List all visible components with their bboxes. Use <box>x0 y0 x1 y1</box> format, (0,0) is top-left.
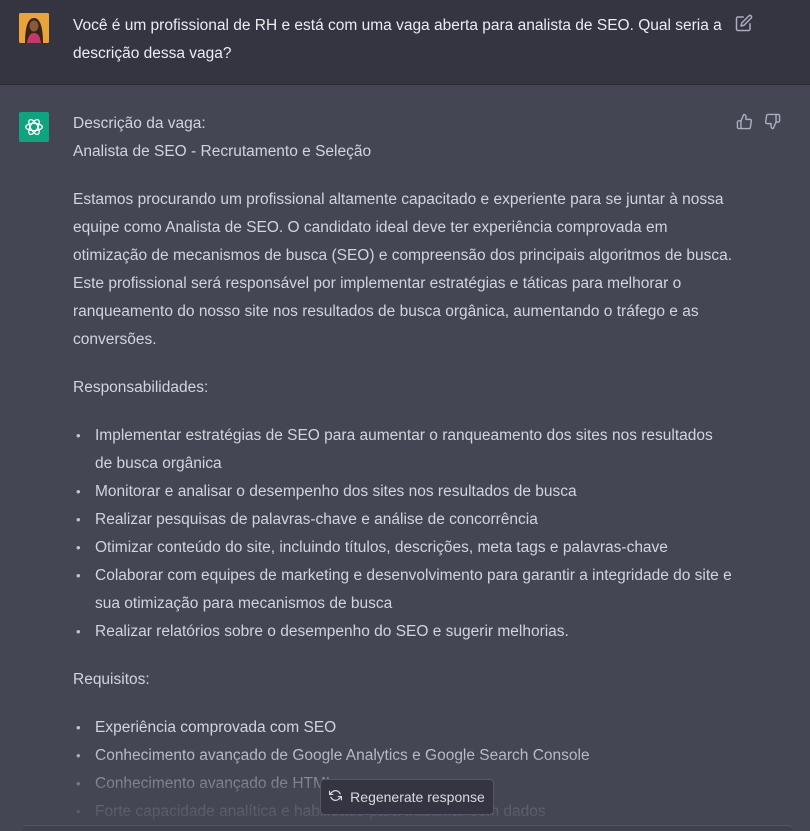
chat-window: Você é um profissional de RH e está com … <box>0 0 810 831</box>
list-item: Monitorar e analisar o desempenho dos si… <box>73 478 733 506</box>
user-message: Você é um profissional de RH e está com … <box>0 0 810 85</box>
user-avatar <box>19 13 49 43</box>
requirements-heading: Requisitos: <box>73 671 150 688</box>
intro-line: Descrição da vaga: <box>73 115 206 132</box>
user-message-text: Você é um profissional de RH e está com … <box>73 17 722 62</box>
list-item: Realizar relatórios sobre o desempenho d… <box>73 618 733 646</box>
pencil-square-icon[interactable] <box>735 14 755 34</box>
list-item: Conhecimento avançado de Google Analytic… <box>73 742 733 770</box>
refresh-icon <box>329 789 343 805</box>
list-item: Realizar pesquisas de palavras-chave e a… <box>73 506 733 534</box>
list-item: Experiência comprovada com SEO <box>73 714 733 742</box>
job-description-paragraph: Estamos procurando um profissional altam… <box>73 191 733 348</box>
responsibilities-heading: Responsabilidades: <box>73 379 209 396</box>
regenerate-response-button[interactable]: Regenerate response <box>320 779 494 815</box>
chatgpt-logo-icon <box>19 112 49 142</box>
list-item: Colaborar com equipes de marketing e des… <box>73 562 733 618</box>
responsibilities-list: Implementar estratégias de SEO para aume… <box>73 422 733 646</box>
job-title-line: Analista de SEO - Recrutamento e Seleção <box>73 143 372 160</box>
regenerate-label: Regenerate response <box>350 789 485 805</box>
assistant-message-text: Descrição da vaga: Analista de SEO - Rec… <box>73 110 733 826</box>
list-item: Implementar estratégias de SEO para aume… <box>73 422 733 478</box>
message-input-edge[interactable] <box>22 825 792 831</box>
assistant-message: Descrição da vaga: Analista de SEO - Rec… <box>0 85 810 831</box>
thumbs-down-icon[interactable] <box>764 113 784 133</box>
thumbs-up-icon[interactable] <box>736 113 756 133</box>
list-item: Otimizar conteúdo do site, incluindo tít… <box>73 534 733 562</box>
